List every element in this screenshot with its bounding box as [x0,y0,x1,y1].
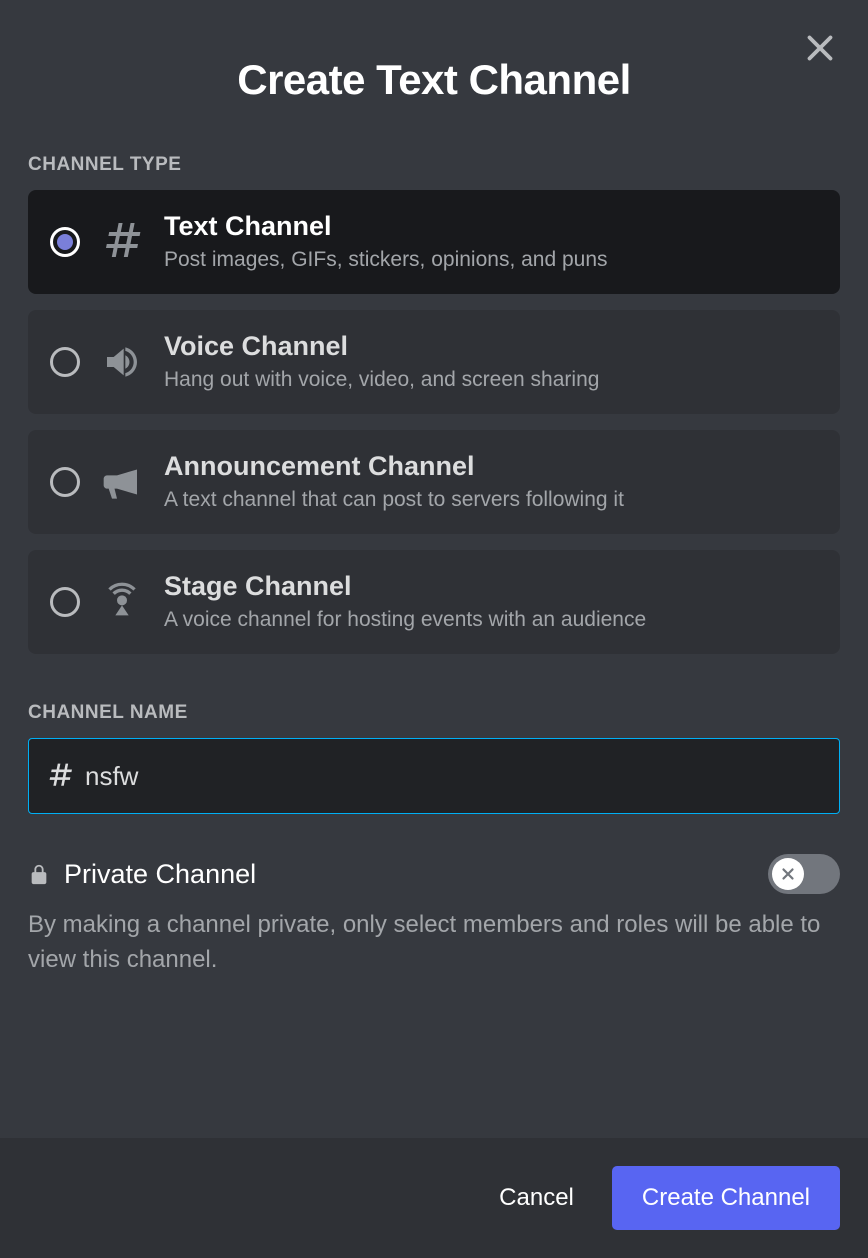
type-text-block: Stage Channel A voice channel for hostin… [164,570,818,634]
speaker-icon [102,342,142,382]
private-channel-section: Private Channel By making a channel priv… [28,854,840,978]
stage-icon [102,582,142,622]
hash-prefix-icon [47,763,73,789]
modal-footer: Cancel Create Channel [0,1138,868,1258]
type-desc: Post images, GIFs, stickers, opinions, a… [164,246,818,274]
create-channel-modal: Create Text Channel CHANNEL TYPE Text Ch… [0,0,868,1258]
channel-type-announcement[interactable]: Announcement Channel A text channel that… [28,430,840,534]
toggle-off-icon [779,865,797,883]
type-desc: A voice channel for hosting events with … [164,606,818,634]
private-toggle[interactable] [768,854,840,894]
radio-stage [50,587,80,617]
radio-announcement [50,467,80,497]
type-title: Stage Channel [164,570,818,604]
type-title: Text Channel [164,210,818,244]
type-text-block: Voice Channel Hang out with voice, video… [164,330,818,394]
radio-voice [50,347,80,377]
modal-content: CHANNEL TYPE Text Channel Post images, G… [0,124,868,1138]
private-channel-title: Private Channel [64,859,256,890]
type-desc: Hang out with voice, video, and screen s… [164,366,818,394]
channel-name-label: CHANNEL NAME [28,702,840,724]
private-channel-desc: By making a channel private, only select… [28,908,840,978]
cancel-button[interactable]: Cancel [489,1170,584,1226]
type-title: Voice Channel [164,330,818,364]
close-icon [802,30,838,66]
channel-name-input[interactable] [85,761,821,792]
create-channel-button[interactable]: Create Channel [612,1166,840,1230]
hash-icon [102,222,142,262]
type-text-block: Announcement Channel A text channel that… [164,450,818,514]
channel-name-section: CHANNEL NAME [28,702,840,814]
channel-type-text[interactable]: Text Channel Post images, GIFs, stickers… [28,190,840,294]
channel-type-label: CHANNEL TYPE [28,154,840,176]
type-desc: A text channel that can post to servers … [164,486,818,514]
channel-type-list: Text Channel Post images, GIFs, stickers… [28,190,840,654]
type-text-block: Text Channel Post images, GIFs, stickers… [164,210,818,274]
close-button[interactable] [802,30,838,66]
modal-header: Create Text Channel [0,0,868,124]
channel-type-stage[interactable]: Stage Channel A voice channel for hostin… [28,550,840,654]
channel-type-voice[interactable]: Voice Channel Hang out with voice, video… [28,310,840,414]
lock-icon [28,861,50,887]
channel-name-input-wrap[interactable] [28,738,840,814]
type-title: Announcement Channel [164,450,818,484]
megaphone-icon [102,462,142,502]
modal-title: Create Text Channel [28,56,840,104]
radio-text [50,227,80,257]
toggle-knob [772,858,804,890]
